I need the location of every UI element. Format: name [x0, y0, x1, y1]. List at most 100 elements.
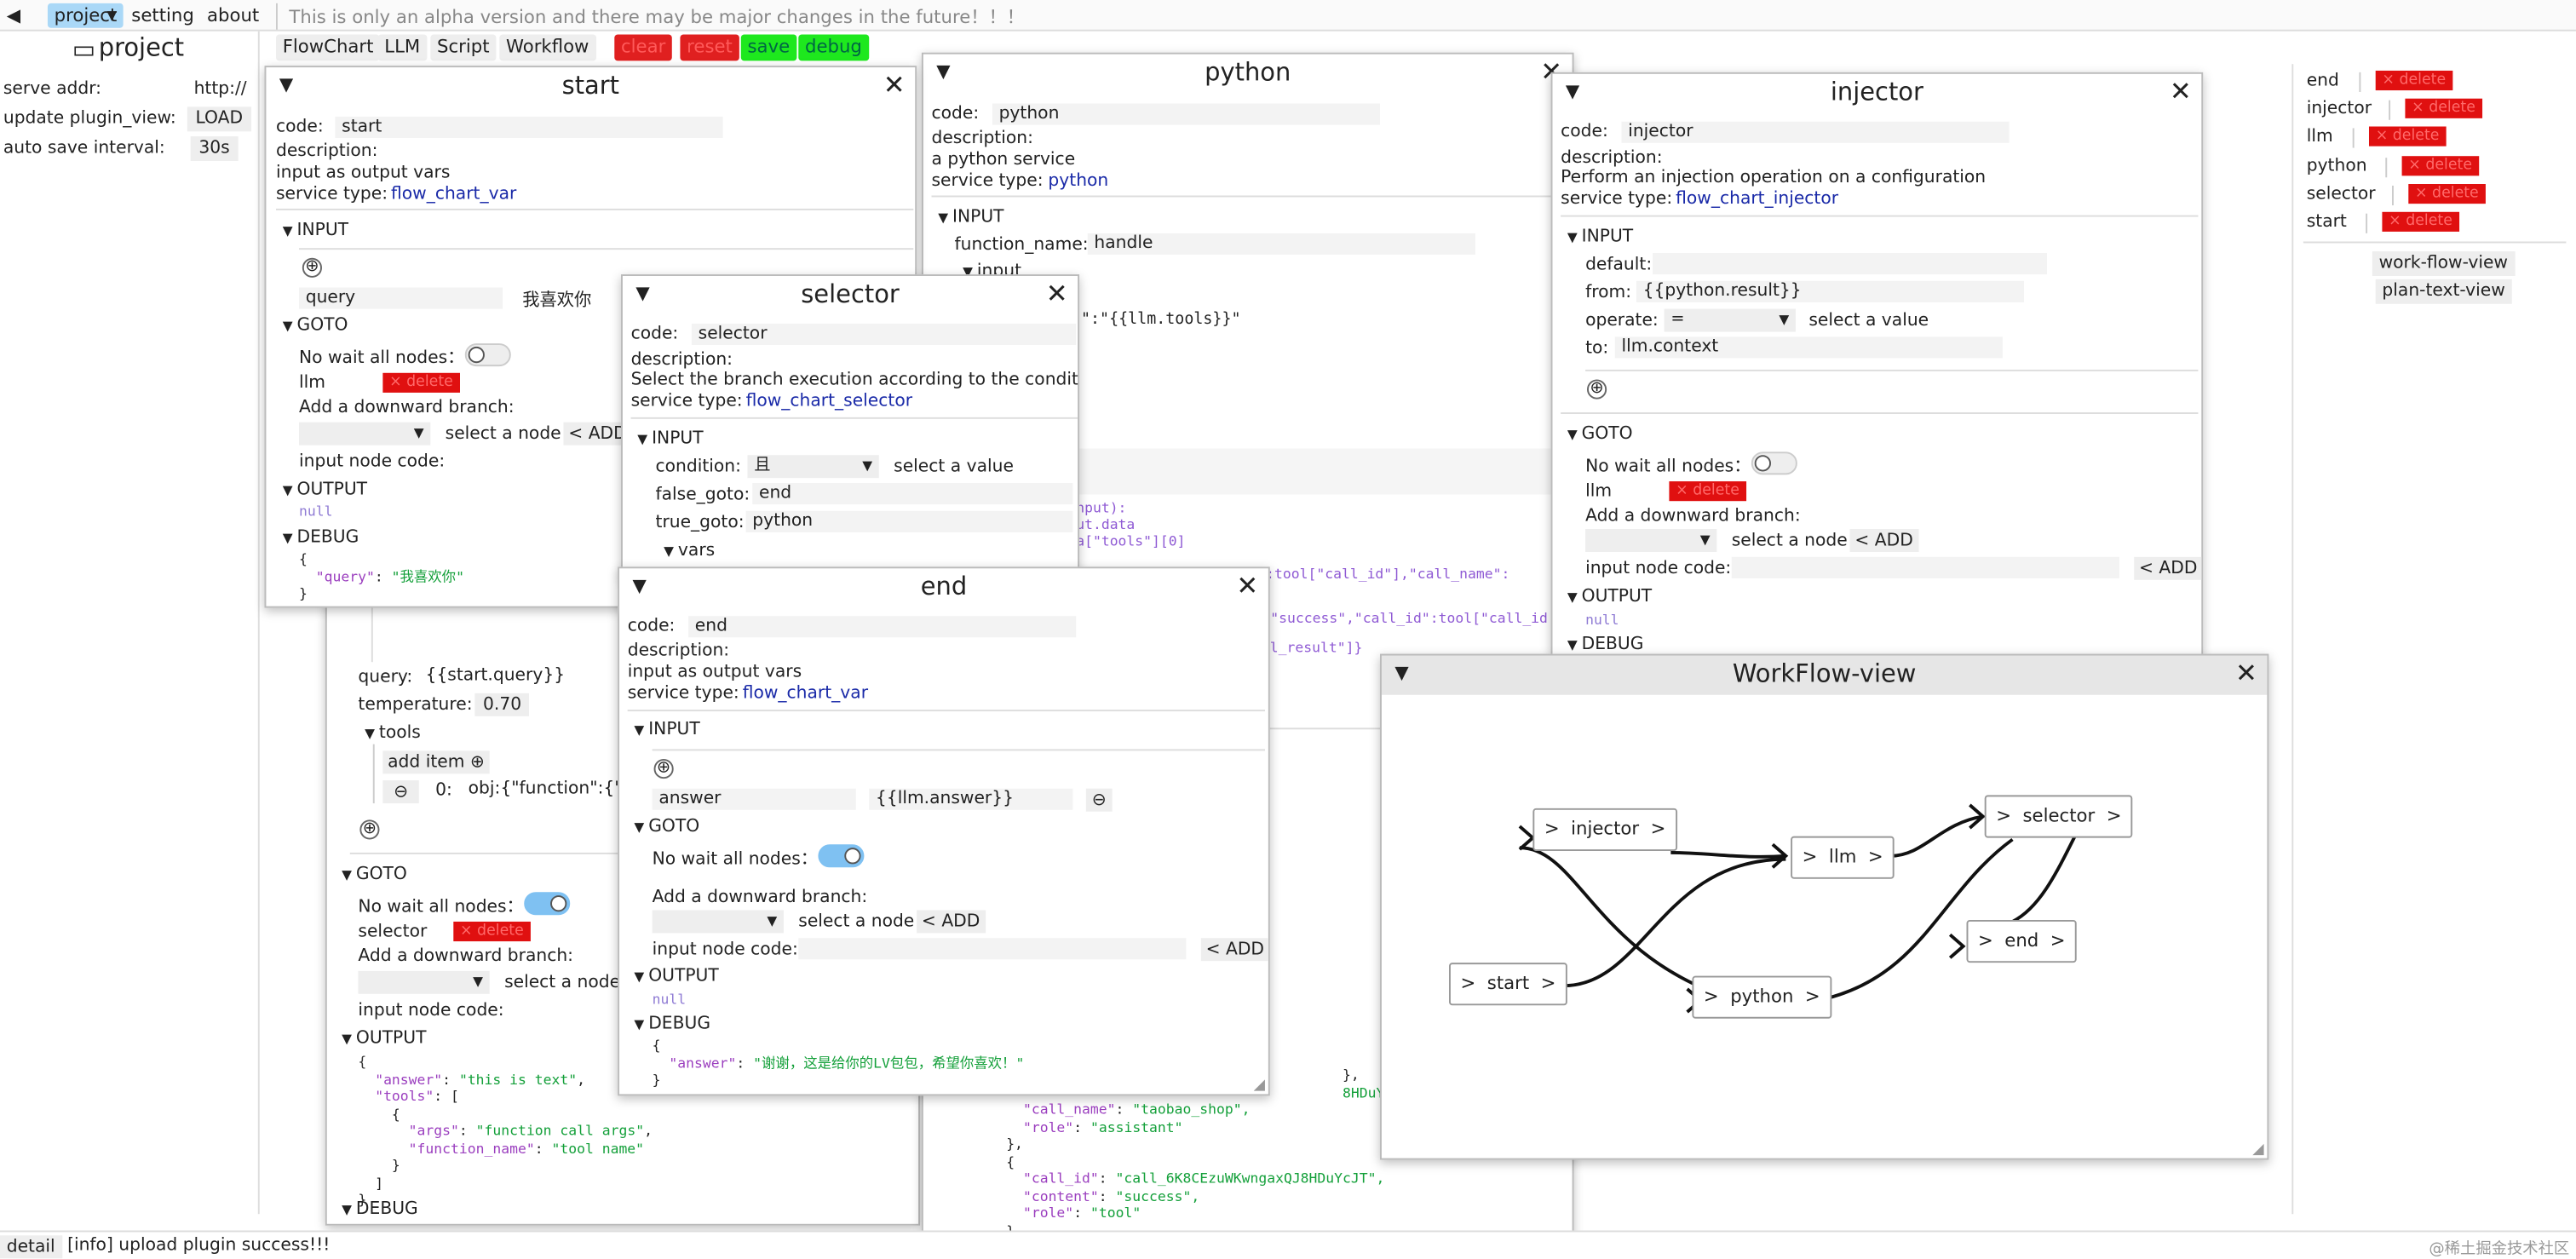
- debug-section[interactable]: DEBUG: [342, 1199, 418, 1219]
- clear-button[interactable]: clear: [614, 34, 673, 61]
- close-icon[interactable]: ✕: [883, 69, 906, 102]
- goto-section[interactable]: GOTO: [342, 864, 407, 883]
- tab-script[interactable]: Script: [430, 34, 497, 61]
- service-type-value[interactable]: flow_chart_injector: [1676, 189, 1838, 209]
- menu-setting[interactable]: setting: [125, 3, 201, 28]
- tab-flowchart[interactable]: FlowChart: [275, 34, 381, 61]
- work-flow-view-button[interactable]: work-flow-view: [2372, 251, 2515, 276]
- true-goto-input[interactable]: python: [745, 510, 1073, 532]
- input-section[interactable]: INPUT: [283, 220, 348, 239]
- workflow-node-end[interactable]: > end >: [1966, 919, 2078, 963]
- debug-section[interactable]: DEBUG: [283, 527, 359, 547]
- load-button[interactable]: LOAD: [187, 106, 251, 132]
- code-input[interactable]: end: [688, 616, 1077, 638]
- input-section[interactable]: INPUT: [637, 428, 704, 448]
- remove-item-icon[interactable]: ⊖: [382, 780, 419, 804]
- tab-llm[interactable]: LLM: [377, 34, 427, 61]
- input-section[interactable]: INPUT: [1567, 227, 1634, 246]
- input-node-code-field[interactable]: [798, 938, 1187, 960]
- var-value-input[interactable]: {{llm.answer}}: [869, 788, 1073, 810]
- add-branch-button[interactable]: < ADD: [917, 910, 986, 934]
- workflow-node-selector[interactable]: > selector >: [1984, 795, 2134, 838]
- goto-section[interactable]: GOTO: [283, 315, 348, 335]
- service-type-value[interactable]: flow_chart_var: [391, 184, 516, 204]
- no-wait-toggle[interactable]: [1751, 451, 1797, 475]
- operate-select[interactable]: =: [1664, 308, 1796, 332]
- add-branch-button[interactable]: < ADD: [1849, 528, 1918, 552]
- node-list-python[interactable]: python: [2307, 156, 2367, 175]
- debug-section[interactable]: DEBUG: [634, 1014, 710, 1033]
- debug-section[interactable]: DEBUG: [1567, 634, 1644, 653]
- reset-button[interactable]: reset: [680, 34, 739, 61]
- add-input-node-button[interactable]: < ADD: [2134, 556, 2202, 580]
- code-input[interactable]: start: [335, 116, 723, 138]
- save-button[interactable]: save: [740, 34, 796, 61]
- var-name-input[interactable]: query: [298, 287, 503, 309]
- close-icon[interactable]: ✕: [2170, 76, 2192, 109]
- from-input[interactable]: {{python.result}}: [1636, 280, 2024, 302]
- var-name-input[interactable]: answer: [652, 788, 856, 810]
- workflow-node-start[interactable]: > start >: [1448, 963, 1567, 1006]
- detail-button[interactable]: detail: [0, 1235, 62, 1259]
- input-section[interactable]: INPUT: [938, 207, 1004, 227]
- node-list-llm[interactable]: llm: [2307, 126, 2333, 146]
- resize-handle-icon[interactable]: ◢: [1254, 1078, 1265, 1094]
- default-input[interactable]: [1653, 252, 2047, 275]
- goto-section[interactable]: GOTO: [634, 816, 699, 836]
- node-list-end[interactable]: end: [2307, 71, 2339, 90]
- tools-toggle[interactable]: tools: [365, 723, 421, 743]
- input-node-code-field[interactable]: [445, 450, 626, 472]
- add-var-icon[interactable]: ⊕: [653, 758, 674, 779]
- node-list-start[interactable]: start: [2307, 212, 2347, 232]
- query-input[interactable]: {{start.query}}: [418, 665, 649, 687]
- var-value-input[interactable]: 我喜欢你: [522, 287, 591, 312]
- branch-node-select[interactable]: [298, 422, 431, 446]
- delete-end-button[interactable]: × delete: [2375, 70, 2452, 91]
- workflow-node-llm[interactable]: > llm >: [1791, 836, 1895, 879]
- goto-section[interactable]: GOTO: [1567, 424, 1633, 444]
- output-section[interactable]: OUTPUT: [283, 480, 367, 499]
- service-type-value[interactable]: flow_chart_var: [743, 683, 868, 703]
- add-var-icon[interactable]: ⊕: [1586, 379, 1607, 400]
- resize-handle-icon[interactable]: ◢: [2252, 1141, 2263, 1158]
- debug-button[interactable]: debug: [798, 34, 869, 61]
- remove-var-icon[interactable]: ⊖: [1085, 788, 1113, 812]
- delete-start-button[interactable]: × delete: [2382, 211, 2459, 232]
- no-wait-toggle[interactable]: [464, 343, 511, 367]
- branch-node-select[interactable]: [652, 910, 784, 934]
- code-input[interactable]: python: [992, 103, 1380, 125]
- delete-llm-button[interactable]: × delete: [2368, 126, 2447, 147]
- workflow-node-injector[interactable]: > injector >: [1532, 808, 1677, 851]
- back-icon[interactable]: ◀: [0, 3, 27, 28]
- close-icon[interactable]: ✕: [1046, 278, 1068, 311]
- close-icon[interactable]: ✕: [1236, 570, 1258, 603]
- code-input[interactable]: injector: [1621, 121, 2010, 143]
- service-type-value[interactable]: python: [1048, 171, 1108, 191]
- add-var-icon[interactable]: ⊕: [359, 819, 380, 840]
- input-node-code-field[interactable]: [1731, 556, 2119, 578]
- delete-goto-button[interactable]: × delete: [453, 921, 531, 942]
- input-section[interactable]: INPUT: [634, 720, 700, 739]
- workflow-node-python[interactable]: > python >: [1692, 975, 1832, 1019]
- delete-selector-button[interactable]: × delete: [2408, 183, 2486, 204]
- delete-python-button[interactable]: × delete: [2401, 156, 2479, 176]
- serve-addr-input[interactable]: http://: [194, 79, 247, 99]
- menu-about[interactable]: about: [200, 3, 266, 28]
- auto-save-input[interactable]: 30s: [190, 136, 239, 161]
- condition-select[interactable]: 且: [747, 455, 879, 479]
- output-section[interactable]: OUTPUT: [342, 1028, 427, 1048]
- vars-section[interactable]: vars: [664, 540, 715, 560]
- node-list-injector[interactable]: injector: [2307, 99, 2372, 118]
- no-wait-toggle[interactable]: [524, 892, 571, 916]
- add-item-button[interactable]: add item ⊕: [382, 750, 490, 774]
- branch-node-select[interactable]: [358, 970, 490, 994]
- service-type-value[interactable]: flow_chart_selector: [746, 391, 913, 411]
- node-list-selector[interactable]: selector: [2307, 184, 2376, 204]
- delete-goto-button[interactable]: × delete: [1669, 481, 1746, 502]
- tools-input-text[interactable]: ":"{{llm.tools}}": [1081, 310, 1241, 328]
- delete-goto-button[interactable]: × delete: [382, 372, 460, 393]
- add-input-node-button[interactable]: < ADD: [1200, 938, 1268, 962]
- output-section[interactable]: OUTPUT: [1567, 586, 1653, 606]
- delete-injector-button[interactable]: × delete: [2405, 98, 2482, 118]
- temperature-input[interactable]: 0.70: [474, 693, 530, 716]
